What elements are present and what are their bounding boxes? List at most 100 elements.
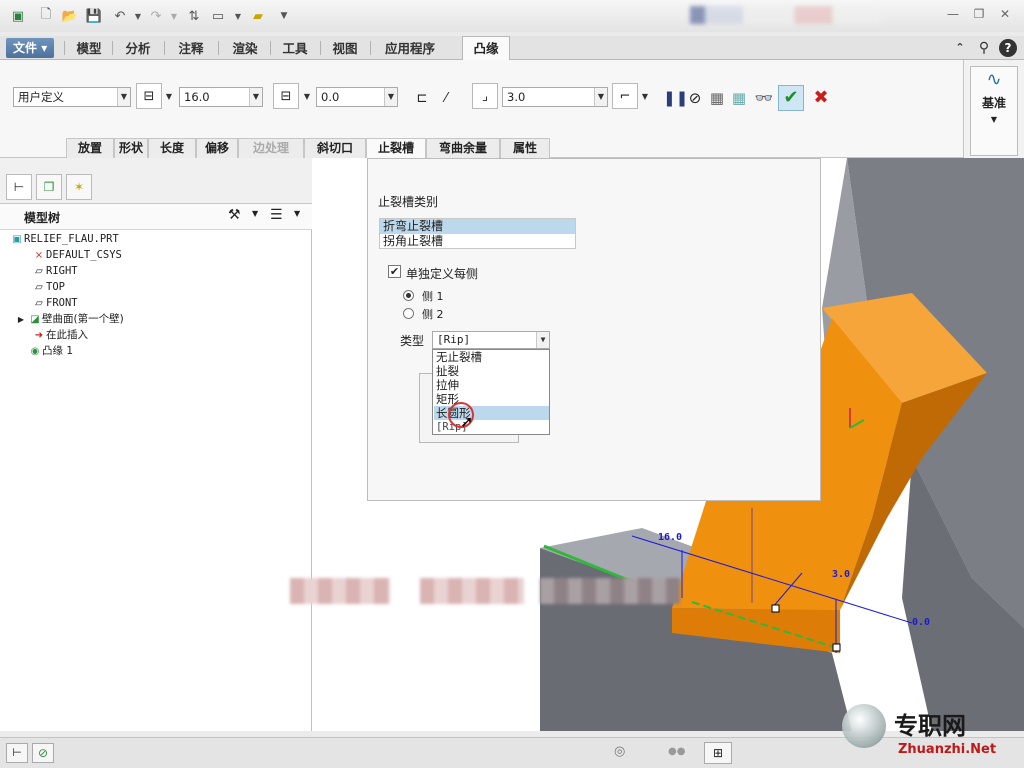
- pause-icon[interactable]: ❚❚: [663, 87, 688, 109]
- tree-item-csys[interactable]: ⨯ DEFAULT_CSYS: [32, 247, 122, 263]
- close-window-icon[interactable]: ▰: [248, 6, 268, 26]
- flip-direction-icon[interactable]: ⁄: [433, 85, 459, 111]
- regenerate-icon[interactable]: ⇅: [184, 6, 204, 26]
- save-icon[interactable]: 💾: [84, 6, 104, 26]
- tree-item-right[interactable]: ▱ RIGHT: [32, 263, 77, 279]
- subtab-miter-cut[interactable]: 斜切口: [304, 138, 366, 158]
- tree-item-front[interactable]: ▱ FRONT: [32, 295, 77, 311]
- subtab-edge-treatment[interactable]: 边处理: [238, 138, 304, 158]
- undo-icon[interactable]: ↶: [110, 6, 130, 26]
- shaded-preview-icon[interactable]: ▦: [728, 87, 750, 109]
- subtab-relief[interactable]: 止裂槽: [366, 138, 426, 158]
- shape-select[interactable]: 用户定义 ▼: [13, 87, 131, 107]
- tab-analysis[interactable]: 分析: [116, 39, 160, 58]
- help-icon[interactable]: ?: [999, 39, 1017, 57]
- option-no-relief[interactable]: 无止裂槽: [434, 350, 549, 364]
- model-tree-tab-icon[interactable]: ⊢: [6, 174, 32, 200]
- no-preview-icon[interactable]: ⊘: [686, 87, 704, 109]
- customize-quick-access-icon[interactable]: ▼: [274, 6, 294, 26]
- model-tree-title: 模型树: [24, 211, 61, 225]
- insert-arrow-icon: ➜: [34, 330, 44, 341]
- model-tree-toggle-icon[interactable]: ⊢: [6, 743, 28, 763]
- tree-item-flange[interactable]: ◉ 凸缘 1: [28, 343, 73, 359]
- tab-separator: [270, 41, 271, 55]
- length2-type-icon[interactable]: ⊟: [273, 83, 299, 109]
- length-type-dropdown-icon[interactable]: ▼: [164, 87, 174, 107]
- tab-model[interactable]: 模型: [68, 39, 110, 58]
- windows-dropdown-icon[interactable]: ▼: [228, 6, 248, 26]
- dim-label-0[interactable]: 0.0: [912, 617, 930, 628]
- tree-item-top[interactable]: ▱ TOP: [32, 279, 65, 295]
- radius-side-icon[interactable]: ⌐: [612, 83, 638, 109]
- minimize-icon[interactable]: —: [944, 7, 962, 23]
- restore-icon[interactable]: ❐: [970, 7, 988, 23]
- tab-annotate[interactable]: 注释: [168, 39, 214, 58]
- length2-type-dropdown-icon[interactable]: ▼: [302, 87, 312, 107]
- undo-dropdown-icon[interactable]: ▼: [128, 6, 148, 26]
- search-icon[interactable]: ⚲: [975, 39, 993, 57]
- close-icon[interactable]: ✕: [996, 7, 1014, 23]
- subtab-properties[interactable]: 属性: [500, 138, 550, 158]
- file-menu-button[interactable]: 文件 ▾: [6, 38, 55, 58]
- settings-tools-icon[interactable]: ⚒: [228, 207, 241, 223]
- tree-item-insert-here[interactable]: ➜ 在此插入: [32, 327, 88, 343]
- chevron-down-icon[interactable]: ▼: [249, 88, 262, 106]
- radius-input[interactable]: 3.0 ▼: [502, 87, 608, 107]
- flip-edge-icon[interactable]: ⊏: [409, 85, 435, 111]
- category-bend-relief[interactable]: 折弯止裂槽: [380, 219, 575, 234]
- option-rectangle[interactable]: 矩形: [434, 392, 549, 406]
- filter-icon[interactable]: ⊞: [704, 742, 732, 764]
- subtab-shape[interactable]: 形状: [114, 138, 148, 158]
- tab-view[interactable]: 视图: [322, 39, 368, 58]
- chevron-down-icon[interactable]: ▼: [294, 209, 300, 218]
- datum-button[interactable]: ∿ 基准 ▼: [970, 66, 1018, 156]
- verify-glasses-icon[interactable]: 👓: [752, 87, 776, 109]
- redo-dropdown-icon[interactable]: ▼: [164, 6, 184, 26]
- side2-radio[interactable]: [403, 308, 414, 319]
- subtab-offset[interactable]: 偏移: [196, 138, 238, 158]
- tab-applications[interactable]: 应用程序: [374, 39, 446, 58]
- dim-label-3[interactable]: 3.0: [832, 569, 850, 580]
- option-rip[interactable]: 扯裂: [434, 364, 549, 378]
- new-file-icon[interactable]: 🗋: [36, 6, 56, 26]
- side1-radio[interactable]: [403, 290, 414, 301]
- open-icon[interactable]: 📂: [60, 6, 80, 26]
- option-stretch[interactable]: 拉伸: [434, 378, 549, 392]
- ok-check-icon[interactable]: ✔: [778, 85, 804, 111]
- collapse-ribbon-icon[interactable]: ⌃: [951, 39, 969, 57]
- radius-side-dropdown-icon[interactable]: ▼: [640, 87, 650, 107]
- chevron-down-icon[interactable]: ▼: [594, 88, 607, 106]
- length1-input[interactable]: 16.0 ▼: [179, 87, 263, 107]
- tab-render[interactable]: 渲染: [222, 39, 268, 58]
- mesh-preview-icon[interactable]: ▦: [706, 87, 728, 109]
- model-tree-header: 模型树 ⚒ ▼ ☰ ▼: [0, 204, 312, 230]
- chevron-down-icon[interactable]: ▼: [252, 209, 258, 218]
- drag-handle[interactable]: [832, 643, 841, 652]
- cancel-x-icon[interactable]: ✖: [810, 87, 832, 109]
- favorites-tab-icon[interactable]: ✶: [66, 174, 92, 200]
- subtab-bend-allowance[interactable]: 弯曲余量: [426, 138, 500, 158]
- browser-toggle-icon[interactable]: ⊘: [32, 743, 54, 763]
- bend-radius-icon[interactable]: ⌟: [472, 83, 498, 109]
- dim-label-16[interactable]: 16.0: [658, 532, 682, 543]
- show-menu-icon[interactable]: ☰: [270, 207, 283, 223]
- redo-icon[interactable]: ↷: [146, 6, 166, 26]
- tree-item-wall[interactable]: ▶ ◪ 壁曲面(第一个壁): [14, 311, 124, 327]
- chevron-down-icon[interactable]: ▼: [536, 332, 549, 348]
- length-type-icon[interactable]: ⊟: [136, 83, 162, 109]
- chevron-down-icon[interactable]: ▼: [117, 88, 130, 106]
- subtab-placement[interactable]: 放置: [66, 138, 114, 158]
- category-corner-relief[interactable]: 拐角止裂槽: [380, 234, 575, 249]
- drag-handle[interactable]: [771, 604, 780, 613]
- relief-type-select[interactable]: [Rip] ▼: [432, 331, 550, 349]
- tab-tools[interactable]: 工具: [272, 39, 318, 58]
- chevron-down-icon[interactable]: ▼: [384, 88, 397, 106]
- expand-arrow-icon[interactable]: ▶: [14, 312, 28, 328]
- folder-browser-tab-icon[interactable]: ❐: [36, 174, 62, 200]
- define-each-side-checkbox[interactable]: ✔: [388, 265, 401, 278]
- tab-flange[interactable]: 凸缘: [462, 36, 510, 61]
- subtab-length[interactable]: 长度: [148, 138, 196, 158]
- windows-icon[interactable]: ▭: [208, 6, 228, 26]
- length2-input[interactable]: 0.0 ▼: [316, 87, 398, 107]
- tree-item-part[interactable]: ▣ RELIEF_FLAU.PRT: [10, 231, 119, 247]
